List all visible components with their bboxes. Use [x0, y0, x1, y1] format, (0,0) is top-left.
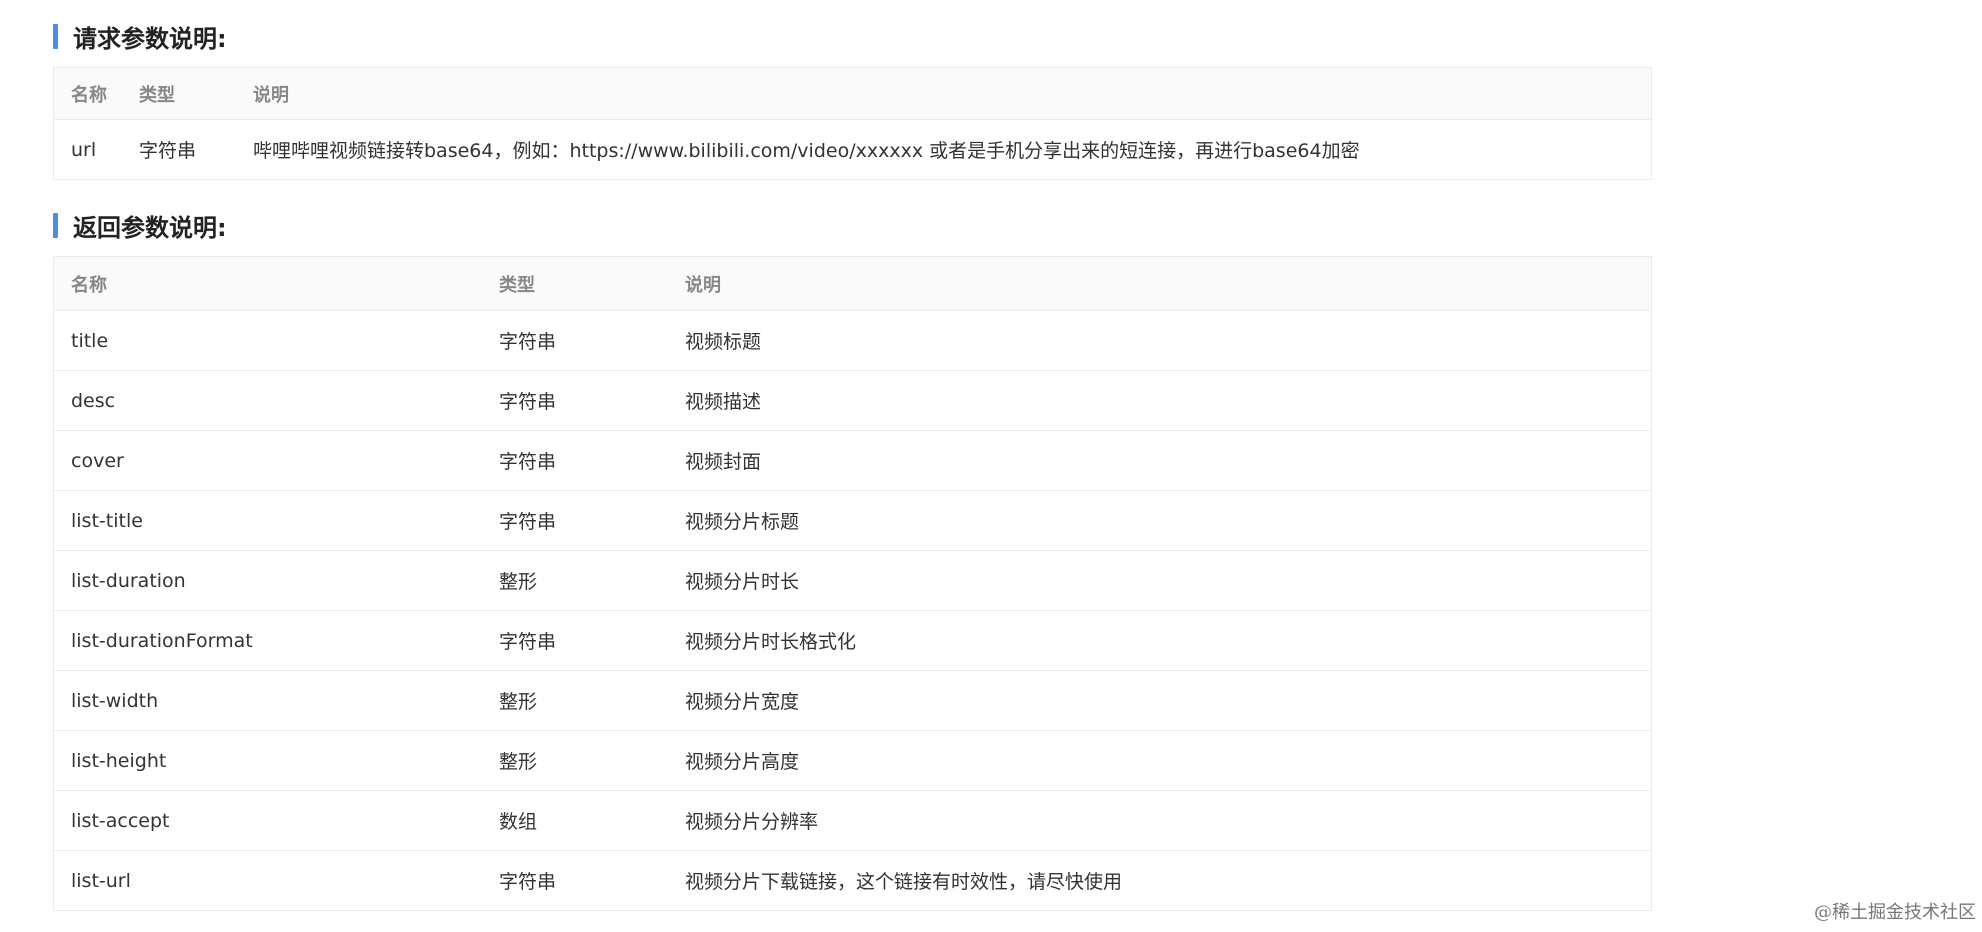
header-description: 说明 — [685, 274, 721, 296]
section-accent-bar — [53, 212, 58, 238]
param-name: url — [71, 138, 97, 161]
param-description: 视频封面 — [685, 451, 762, 473]
param-name: list-width — [71, 689, 159, 712]
table-row: list-accept 数组 视频分片分辨率 — [54, 790, 1651, 850]
param-name: cover — [71, 449, 124, 472]
request-params-table: 名称 类型 说明 url 字符串 哔哩哔哩视频链接转base64，例如：http… — [53, 67, 1652, 180]
table-row: list-height 整形 视频分片高度 — [54, 730, 1651, 790]
table-row: desc 字符串 视频描述 — [54, 370, 1651, 430]
param-description: 视频分片时长 — [685, 571, 800, 593]
param-type: 字符串 — [139, 140, 197, 162]
param-name: list-height — [71, 749, 167, 772]
table-row: cover 字符串 视频封面 — [54, 430, 1651, 490]
table-row: title 字符串 视频标题 — [54, 310, 1651, 370]
table-row: list-duration 整形 视频分片时长 — [54, 550, 1651, 610]
header-type: 类型 — [499, 274, 535, 296]
request-section-title: 请求参数说明: — [53, 22, 227, 53]
param-name: list-durationFormat — [71, 629, 253, 652]
param-name: desc — [71, 389, 116, 412]
table-row: url 字符串 哔哩哔哩视频链接转base64，例如：https://www.b… — [54, 119, 1651, 179]
header-description: 说明 — [253, 84, 289, 106]
param-type: 字符串 — [499, 391, 557, 413]
header-name: 名称 — [71, 84, 107, 106]
param-type: 字符串 — [499, 511, 557, 533]
param-description: 视频分片高度 — [685, 751, 800, 773]
param-name: list-duration — [71, 569, 186, 592]
table-header-row: 名称 类型 说明 — [54, 257, 1651, 310]
response-section-title: 返回参数说明: — [53, 211, 227, 242]
param-type: 整形 — [499, 571, 538, 593]
param-description: 视频描述 — [685, 391, 762, 413]
param-description: 哔哩哔哩视频链接转base64，例如：https://www.bilibili.… — [253, 140, 1360, 162]
header-type: 类型 — [139, 84, 175, 106]
param-description: 视频分片标题 — [685, 511, 800, 533]
param-description: 视频分片时长格式化 — [685, 631, 857, 653]
table-row: list-width 整形 视频分片宽度 — [54, 670, 1651, 730]
param-description: 视频分片分辨率 — [685, 811, 819, 833]
param-name: list-accept — [71, 809, 170, 832]
table-header-row: 名称 类型 说明 — [54, 68, 1651, 119]
table-row: list-title 字符串 视频分片标题 — [54, 490, 1651, 550]
response-section-title-text: 返回参数说明: — [73, 213, 227, 242]
param-description: 视频分片宽度 — [685, 691, 800, 713]
param-type: 字符串 — [499, 331, 557, 353]
param-description: 视频分片下载链接，这个链接有时效性，请尽快使用 — [685, 871, 1123, 893]
section-accent-bar — [53, 23, 58, 49]
table-row: list-durationFormat 字符串 视频分片时长格式化 — [54, 610, 1651, 670]
param-description: 视频标题 — [685, 331, 762, 353]
param-type: 字符串 — [499, 451, 557, 473]
param-name: title — [71, 329, 109, 352]
param-name: list-url — [71, 869, 131, 892]
param-type: 整形 — [499, 751, 538, 773]
param-type: 字符串 — [499, 871, 557, 893]
header-name: 名称 — [71, 274, 107, 296]
param-name: list-title — [71, 509, 143, 532]
table-row: list-url 字符串 视频分片下载链接，这个链接有时效性，请尽快使用 — [54, 850, 1651, 910]
param-type: 数组 — [499, 811, 538, 833]
param-type: 整形 — [499, 691, 538, 713]
request-section-title-text: 请求参数说明: — [73, 24, 227, 53]
response-params-table: 名称 类型 说明 title 字符串 视频标题 desc 字符串 视频描述 co… — [53, 256, 1652, 911]
param-type: 字符串 — [499, 631, 557, 653]
watermark-text: @稀土掘金技术社区 — [1814, 902, 1976, 923]
